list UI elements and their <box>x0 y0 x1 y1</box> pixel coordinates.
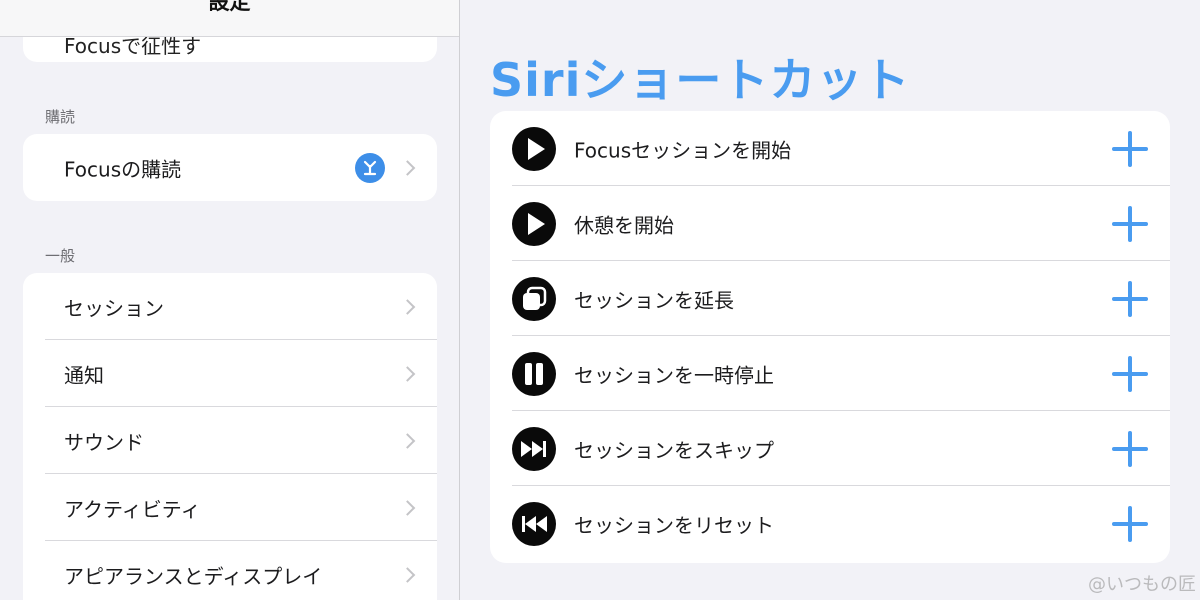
shortcut-label: 休憩を開始 <box>574 213 674 237</box>
shortcut-label: セッションをリセット <box>574 513 774 537</box>
sidebar-item-label: アクティビティ <box>64 497 201 521</box>
shortcut-label: セッションをスキップ <box>574 438 774 462</box>
shortcut-row-start-break[interactable]: 休憩を開始 <box>490 186 1170 261</box>
chevron-right-icon <box>399 298 416 315</box>
watermark: @いつもの匠 <box>1088 574 1196 595</box>
sidebar-item-label: サウンド <box>64 430 144 454</box>
pause-icon <box>512 351 556 396</box>
add-shortcut-plus-icon[interactable] <box>1112 430 1148 467</box>
chevron-right-icon <box>399 159 416 176</box>
play-icon <box>512 201 556 246</box>
shortcut-row-pause-session[interactable]: セッションを一時停止 <box>490 336 1170 411</box>
sidebar-item-subscription[interactable]: Focusの購読 <box>23 134 437 201</box>
play-icon <box>512 126 556 171</box>
sidebar-item-activity[interactable]: アクティビティ <box>23 474 437 541</box>
page-title: Siriショートカット <box>490 53 911 107</box>
shortcut-row-start-focus[interactable]: Focusセッションを開始 <box>490 111 1170 186</box>
shortcuts-list: Focusセッションを開始 休憩を開始 セッションを延長 セッションを一時停止 … <box>490 111 1170 563</box>
shortcut-row-extend-session[interactable]: セッションを延長 <box>490 261 1170 336</box>
chevron-right-icon <box>399 499 416 516</box>
sidebar-item-appearance[interactable]: アピアランスとディスプレイ <box>23 541 437 600</box>
chevron-right-icon <box>399 566 416 583</box>
chevron-right-icon <box>399 432 416 449</box>
add-shortcut-plus-icon[interactable] <box>1112 355 1148 392</box>
sidebar-item-session[interactable]: セッション <box>23 273 437 340</box>
section-label-subscription: 購読 <box>45 108 76 126</box>
main-pane: Siriショートカット Focusセッションを開始 休憩を開始 セッションを延長… <box>460 0 1200 600</box>
sidebar-title: 設定 <box>208 0 251 14</box>
sidebar-header: 設定 <box>0 0 459 37</box>
shortcut-label: Focusセッションを開始 <box>574 138 792 162</box>
subscription-badge-icon <box>355 152 385 183</box>
shortcut-row-skip-session[interactable]: セッションをスキップ <box>490 411 1170 486</box>
sidebar-item-label: Focusの購読 <box>64 157 182 181</box>
general-card: セッション 通知 サウンド アクティビティ アピアランスとディスプレイ <box>23 273 437 600</box>
chevron-right-icon <box>399 365 416 382</box>
settings-sidebar: 設定 Focusで征性す 購読 Focusの購読 一般 セッション 通知 サウン… <box>0 0 459 600</box>
add-shortcut-plus-icon[interactable] <box>1112 280 1148 317</box>
sidebar-item-sound[interactable]: サウンド <box>23 407 437 474</box>
subscription-card: Focusの購読 <box>23 134 437 201</box>
add-shortcut-plus-icon[interactable] <box>1112 205 1148 242</box>
section-label-general: 一般 <box>45 247 76 265</box>
shortcut-label: セッションを延長 <box>574 288 734 312</box>
sidebar-item-label: 通知 <box>64 363 104 387</box>
shortcut-row-reset-session[interactable]: セッションをリセット <box>490 486 1170 561</box>
sidebar-item-notifications[interactable]: 通知 <box>23 340 437 407</box>
shortcut-label: セッションを一時停止 <box>574 363 774 387</box>
rewind-icon <box>512 501 556 546</box>
extend-icon <box>512 276 556 321</box>
add-shortcut-plus-icon[interactable] <box>1112 505 1148 542</box>
skip-forward-icon <box>512 426 556 471</box>
sidebar-item-label: セッション <box>64 296 164 320</box>
app-window: 設定 Focusで征性す 購読 Focusの購読 一般 セッション 通知 サウン… <box>0 0 1200 600</box>
sidebar-item-label: アピアランスとディスプレイ <box>64 564 323 588</box>
add-shortcut-plus-icon[interactable] <box>1112 130 1148 167</box>
